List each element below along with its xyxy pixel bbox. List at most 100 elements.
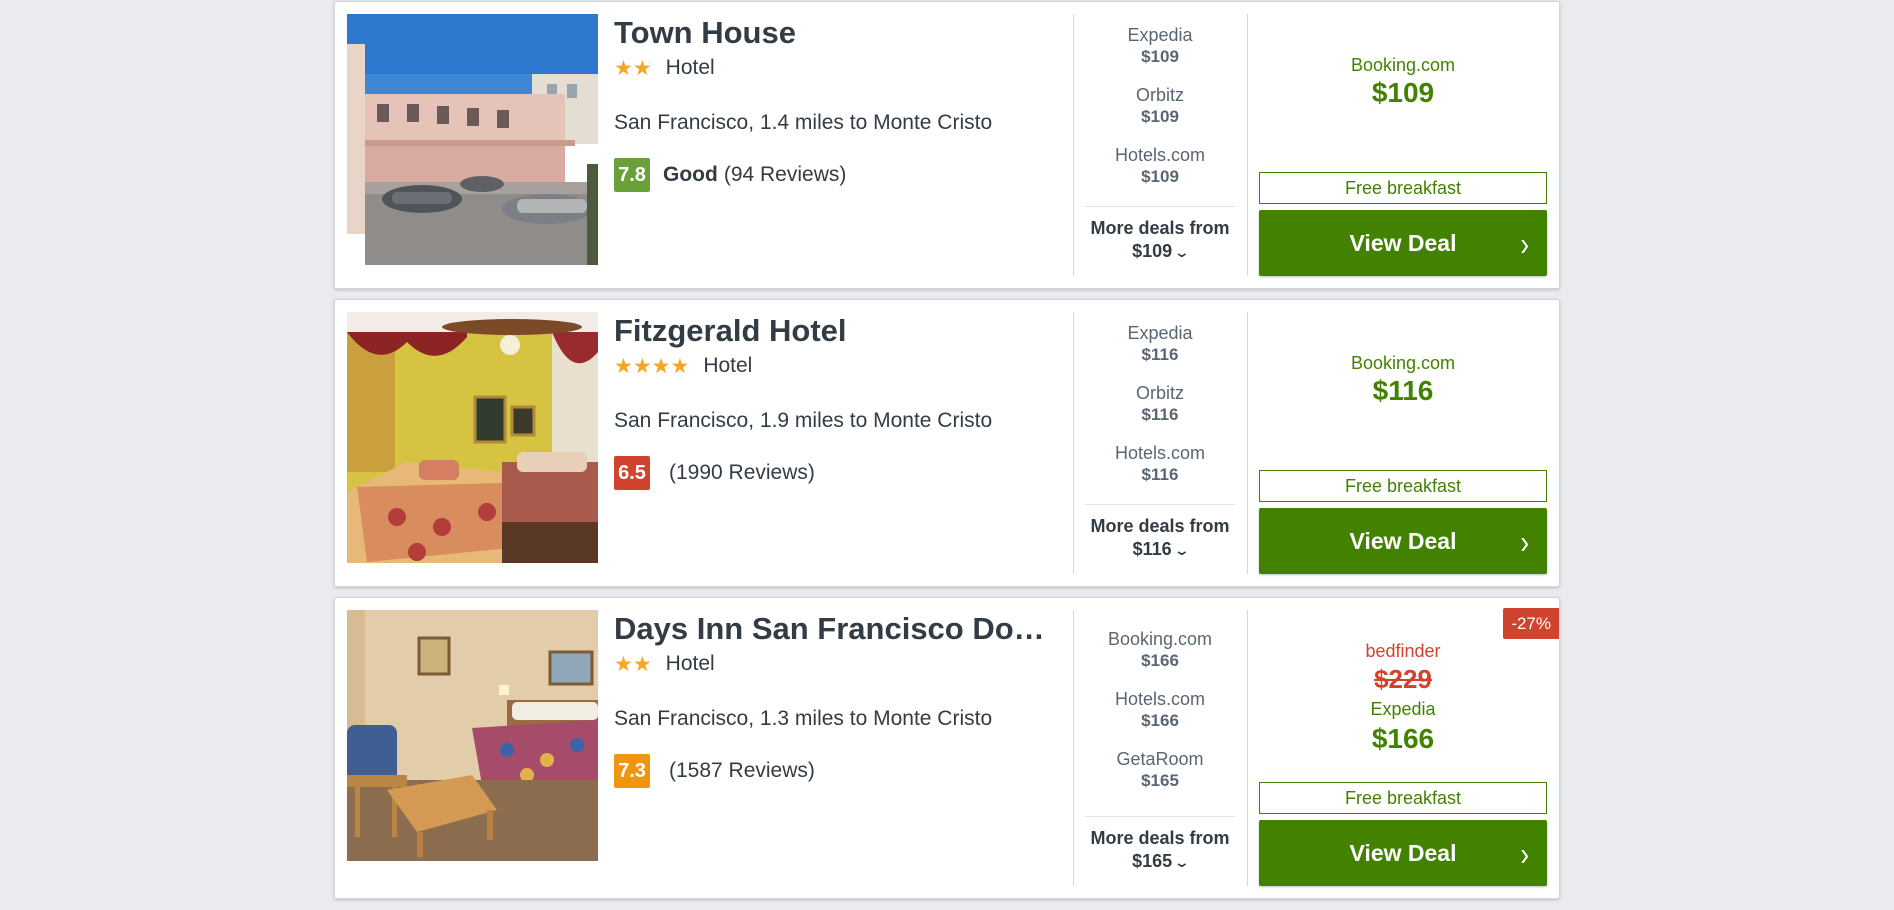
rating-summary[interactable]: 7.3 (1587 Reviews) [614, 754, 1066, 788]
hotel-photo[interactable] [347, 14, 598, 265]
best-deal-provider: Booking.com [1350, 353, 1456, 373]
deal-price: $116 [1141, 345, 1179, 364]
more-deals-toggle[interactable]: More deals from $109 ⌄ [1085, 217, 1235, 264]
more-deals-label: More deals from [1090, 218, 1230, 238]
chevron-down-icon: ⌄ [1173, 542, 1190, 558]
rating-score-badge: 7.3 [614, 754, 650, 788]
free-breakfast-tag: Free breakfast [1259, 470, 1547, 502]
hotel-location[interactable]: San Francisco, 1.4 miles to Monte Cristo [614, 111, 1066, 135]
star-rating-icon: ★★ [614, 652, 652, 676]
chevron-right-icon: › [1520, 224, 1529, 264]
more-deals-price: $116 [1132, 539, 1172, 559]
view-deal-button[interactable]: View Deal › [1259, 508, 1547, 574]
deal-price: $109 [1141, 107, 1179, 126]
hotel-location[interactable]: San Francisco, 1.3 miles to Monte Cristo [614, 707, 1066, 731]
deal-price: $116 [1141, 465, 1179, 484]
accommodation-type: Hotel [665, 56, 715, 79]
view-deal-label: View Deal [1349, 839, 1457, 866]
original-deal-provider: bedfinder [1365, 641, 1441, 661]
review-count: (1990 Reviews) [669, 461, 815, 484]
deal-item[interactable]: Expedia $109 [1085, 24, 1235, 84]
divider [1073, 610, 1074, 886]
rating-summary[interactable]: 7.8 Good (94 Reviews) [614, 158, 1066, 192]
discount-badge: -27% [1503, 608, 1559, 639]
divider [1073, 312, 1074, 574]
hotel-room-image [347, 312, 598, 563]
divider [1085, 504, 1235, 505]
hotel-card: Days Inn San Francisco Dow… ★★ Hotel San… [334, 597, 1560, 899]
best-deal[interactable]: bedfinder $229 Expedia $166 [1259, 640, 1547, 756]
view-deal-label: View Deal [1349, 527, 1457, 554]
other-deals: Booking.com $166 Hotels.com $166 GetaRoo… [1085, 628, 1235, 808]
review-count: (94 Reviews) [723, 163, 847, 186]
deal-item[interactable]: GetaRoom $165 [1085, 748, 1235, 808]
deal-item[interactable]: Orbitz $109 [1085, 84, 1235, 144]
view-deal-button[interactable]: View Deal › [1259, 820, 1547, 886]
rating-score-badge: 6.5 [614, 456, 650, 490]
hotel-name[interactable]: Days Inn San Francisco Dow… [614, 610, 1066, 648]
review-count: (1587 Reviews) [669, 759, 815, 782]
more-deals-price: $165 [1132, 851, 1173, 871]
hotel-photo[interactable] [347, 312, 598, 563]
hotel-name[interactable]: Town House [614, 14, 1066, 52]
hotel-photo[interactable] [347, 610, 598, 861]
rating-word: Good [663, 163, 718, 186]
best-deal-provider: Expedia [1370, 699, 1436, 719]
divider [1073, 14, 1074, 276]
more-deals-price: $109 [1132, 241, 1173, 261]
view-deal-label: View Deal [1349, 229, 1457, 256]
deal-provider: Hotels.com [1114, 689, 1206, 709]
best-deal-price: $166 [1371, 723, 1435, 754]
divider [1085, 816, 1235, 817]
divider [1247, 610, 1248, 886]
chevron-down-icon: ⌄ [1173, 854, 1191, 870]
chevron-right-icon: › [1520, 834, 1529, 874]
deal-price: $166 [1141, 711, 1179, 730]
other-deals: Expedia $116 Orbitz $116 Hotels.com $116 [1085, 322, 1235, 502]
deal-item[interactable]: Expedia $116 [1085, 322, 1235, 382]
star-rating-icon: ★★ [614, 56, 652, 80]
deal-item[interactable]: Orbitz $116 [1085, 382, 1235, 442]
deal-provider: Booking.com [1107, 629, 1213, 649]
deal-price: $109 [1141, 167, 1179, 186]
view-deal-button[interactable]: View Deal › [1259, 210, 1547, 276]
deal-provider: Orbitz [1135, 85, 1184, 105]
free-breakfast-tag: Free breakfast [1259, 172, 1547, 204]
deal-item[interactable]: Hotels.com $116 [1085, 442, 1235, 502]
chevron-down-icon: ⌄ [1173, 244, 1191, 260]
more-deals-toggle[interactable]: More deals from $116 ⌄ [1085, 515, 1235, 562]
rating-score-badge: 7.8 [614, 158, 650, 192]
deal-provider: Expedia [1127, 25, 1193, 45]
deal-provider: Expedia [1127, 323, 1193, 343]
deal-item[interactable]: Booking.com $166 [1085, 628, 1235, 688]
hotel-card: Fitzgerald Hotel ★★★★ Hotel San Francisc… [334, 299, 1560, 587]
deal-price: $109 [1141, 47, 1179, 66]
best-deal-price: $116 [1372, 375, 1434, 406]
hotel-name[interactable]: Fitzgerald Hotel [614, 312, 1066, 350]
best-deal[interactable]: Booking.com $109 [1259, 54, 1547, 110]
hotel-room-image [347, 610, 598, 861]
accommodation-type: Hotel [703, 354, 753, 377]
chevron-right-icon: › [1520, 522, 1529, 562]
accommodation-type: Hotel [665, 652, 715, 675]
deal-provider: GetaRoom [1116, 749, 1204, 769]
deal-item[interactable]: Hotels.com $166 [1085, 688, 1235, 748]
deal-item[interactable]: Hotels.com $109 [1085, 144, 1235, 204]
deal-price: $166 [1141, 651, 1179, 670]
other-deals: Expedia $109 Orbitz $109 Hotels.com $109 [1085, 24, 1235, 204]
best-deal[interactable]: Booking.com $116 [1259, 352, 1547, 408]
deal-provider: Hotels.com [1114, 145, 1206, 165]
deal-price: $116 [1141, 405, 1179, 424]
free-breakfast-tag: Free breakfast [1259, 782, 1547, 814]
more-deals-toggle[interactable]: More deals from $165 ⌄ [1085, 827, 1235, 874]
more-deals-label: More deals from [1090, 828, 1230, 848]
hotel-exterior-image [347, 14, 598, 265]
hotel-location[interactable]: San Francisco, 1.9 miles to Monte Cristo [614, 409, 1066, 433]
divider [1247, 14, 1248, 276]
original-deal-price: $229 [1374, 664, 1432, 694]
divider [1247, 312, 1248, 574]
star-rating-icon: ★★★★ [614, 354, 690, 378]
deal-provider: Hotels.com [1114, 443, 1206, 463]
rating-summary[interactable]: 6.5 (1990 Reviews) [614, 456, 1066, 490]
divider [1085, 206, 1235, 207]
